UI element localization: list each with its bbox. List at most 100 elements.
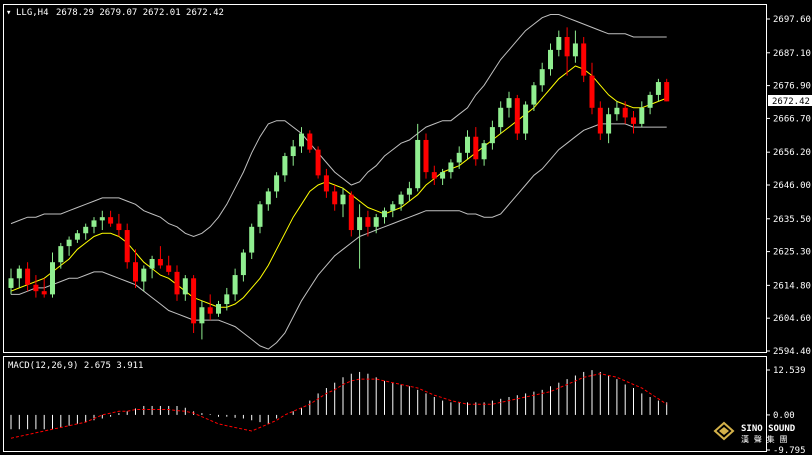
candle-body — [224, 294, 230, 305]
candle-body — [465, 136, 470, 153]
price-tick-label: 2604.60 — [773, 314, 811, 324]
candle-body — [157, 258, 163, 266]
price-tick-label: 2635.50 — [773, 215, 811, 225]
candle-body — [116, 223, 122, 231]
candle-body — [448, 162, 454, 173]
candle-body — [514, 98, 520, 134]
candle-body — [191, 278, 197, 324]
price-tick-label: 2646.00 — [773, 181, 811, 191]
candle-body — [33, 284, 39, 292]
price-tick-label: 2625.30 — [773, 248, 811, 258]
price-chart[interactable]: 2697.60 2687.10 2676.90 2666.70 2656.20 2646.… — [0, 0, 812, 455]
candle-body — [357, 217, 363, 231]
candle-body — [307, 133, 313, 150]
candle-body — [531, 85, 537, 105]
macd-tick-label: 12.539 — [773, 366, 806, 376]
candle-body — [606, 114, 612, 134]
chart-background — [0, 0, 812, 455]
candle-body — [199, 307, 205, 324]
price-tick-label: 2697.60 — [773, 15, 811, 25]
candle-body — [83, 226, 89, 234]
price-tick-label: 2676.90 — [773, 82, 811, 92]
candle-body — [16, 268, 22, 279]
candle-body — [232, 275, 238, 295]
candle-body — [25, 268, 31, 285]
candle-body — [216, 304, 221, 314]
candle-body — [506, 98, 512, 108]
candle-body — [124, 230, 130, 263]
candle-body — [108, 217, 114, 224]
candle-body — [74, 233, 80, 240]
price-tick-label: 2656.20 — [773, 148, 811, 158]
candle-body — [348, 194, 354, 231]
candle-body — [572, 43, 578, 57]
symbol-header: LLG,H4 — [16, 8, 49, 18]
candle-body — [249, 226, 255, 253]
price-tick-label: 2666.70 — [773, 114, 811, 124]
candle-body — [647, 94, 653, 108]
candle-body — [498, 107, 504, 128]
candle-body — [91, 220, 97, 227]
candle-body — [99, 217, 105, 221]
candle-body — [282, 156, 288, 176]
candle-body — [406, 188, 412, 195]
candle-body — [315, 149, 321, 176]
candle-body — [639, 107, 645, 124]
candle-body — [597, 107, 603, 134]
candle-body — [41, 291, 47, 295]
price-tick-label: 2614.80 — [773, 281, 811, 291]
candle-body — [382, 210, 387, 218]
candle-body — [523, 104, 529, 134]
candle-body — [431, 172, 437, 179]
price-tick-label: 2687.10 — [773, 49, 811, 59]
candle-body — [257, 204, 263, 227]
candle-body — [373, 217, 379, 227]
price-tick-label: 2594.40 — [773, 347, 811, 357]
candle-body — [166, 265, 172, 272]
candle-body — [390, 204, 396, 211]
candle-body — [207, 307, 213, 314]
candle-body — [50, 262, 55, 295]
candle-body — [622, 107, 628, 118]
candle-body — [133, 262, 138, 282]
candle-body — [141, 268, 147, 282]
chart-menu-triangle-icon[interactable]: ▾ — [6, 8, 11, 18]
candle-body — [489, 127, 495, 144]
macd-header: MACD(12,26,9) 2.675 3.911 — [8, 361, 143, 371]
candle-body — [581, 43, 587, 76]
logo-sub-text: 漢 聲 集 團 — [741, 434, 787, 444]
candle-body — [149, 258, 155, 269]
candle-body — [456, 152, 462, 163]
candle-body — [548, 49, 553, 70]
candle-body — [423, 139, 429, 173]
candle-body — [631, 117, 636, 124]
candle-body — [481, 143, 487, 160]
candle-body — [182, 278, 188, 295]
candle-body — [340, 194, 346, 205]
candle-body — [398, 194, 404, 205]
candle-body — [265, 191, 271, 205]
candle-body — [323, 175, 329, 192]
candle-body — [290, 146, 296, 157]
candle-body — [365, 217, 371, 227]
candle-body — [614, 107, 620, 115]
candle-body — [564, 37, 570, 57]
candle-body — [539, 69, 545, 86]
candle-body — [332, 191, 338, 205]
candle-body — [174, 271, 180, 295]
candle-body — [655, 82, 661, 95]
current-price-label: 2672.42 — [772, 97, 810, 107]
candle-body — [556, 37, 562, 50]
macd-tick-label: -9.795 — [773, 446, 806, 455]
candle-body — [589, 75, 595, 108]
candle-body — [440, 172, 446, 179]
candle-body — [415, 139, 421, 189]
candle-body — [240, 252, 246, 276]
candle-body — [274, 175, 280, 192]
candle-body — [8, 278, 14, 288]
candle-body — [664, 82, 670, 102]
candle-body — [58, 246, 64, 263]
ohlc-header: 2678.29 2679.07 2672.01 2672.42 — [56, 8, 224, 18]
candle-body — [299, 133, 304, 147]
candle-body — [66, 239, 72, 247]
